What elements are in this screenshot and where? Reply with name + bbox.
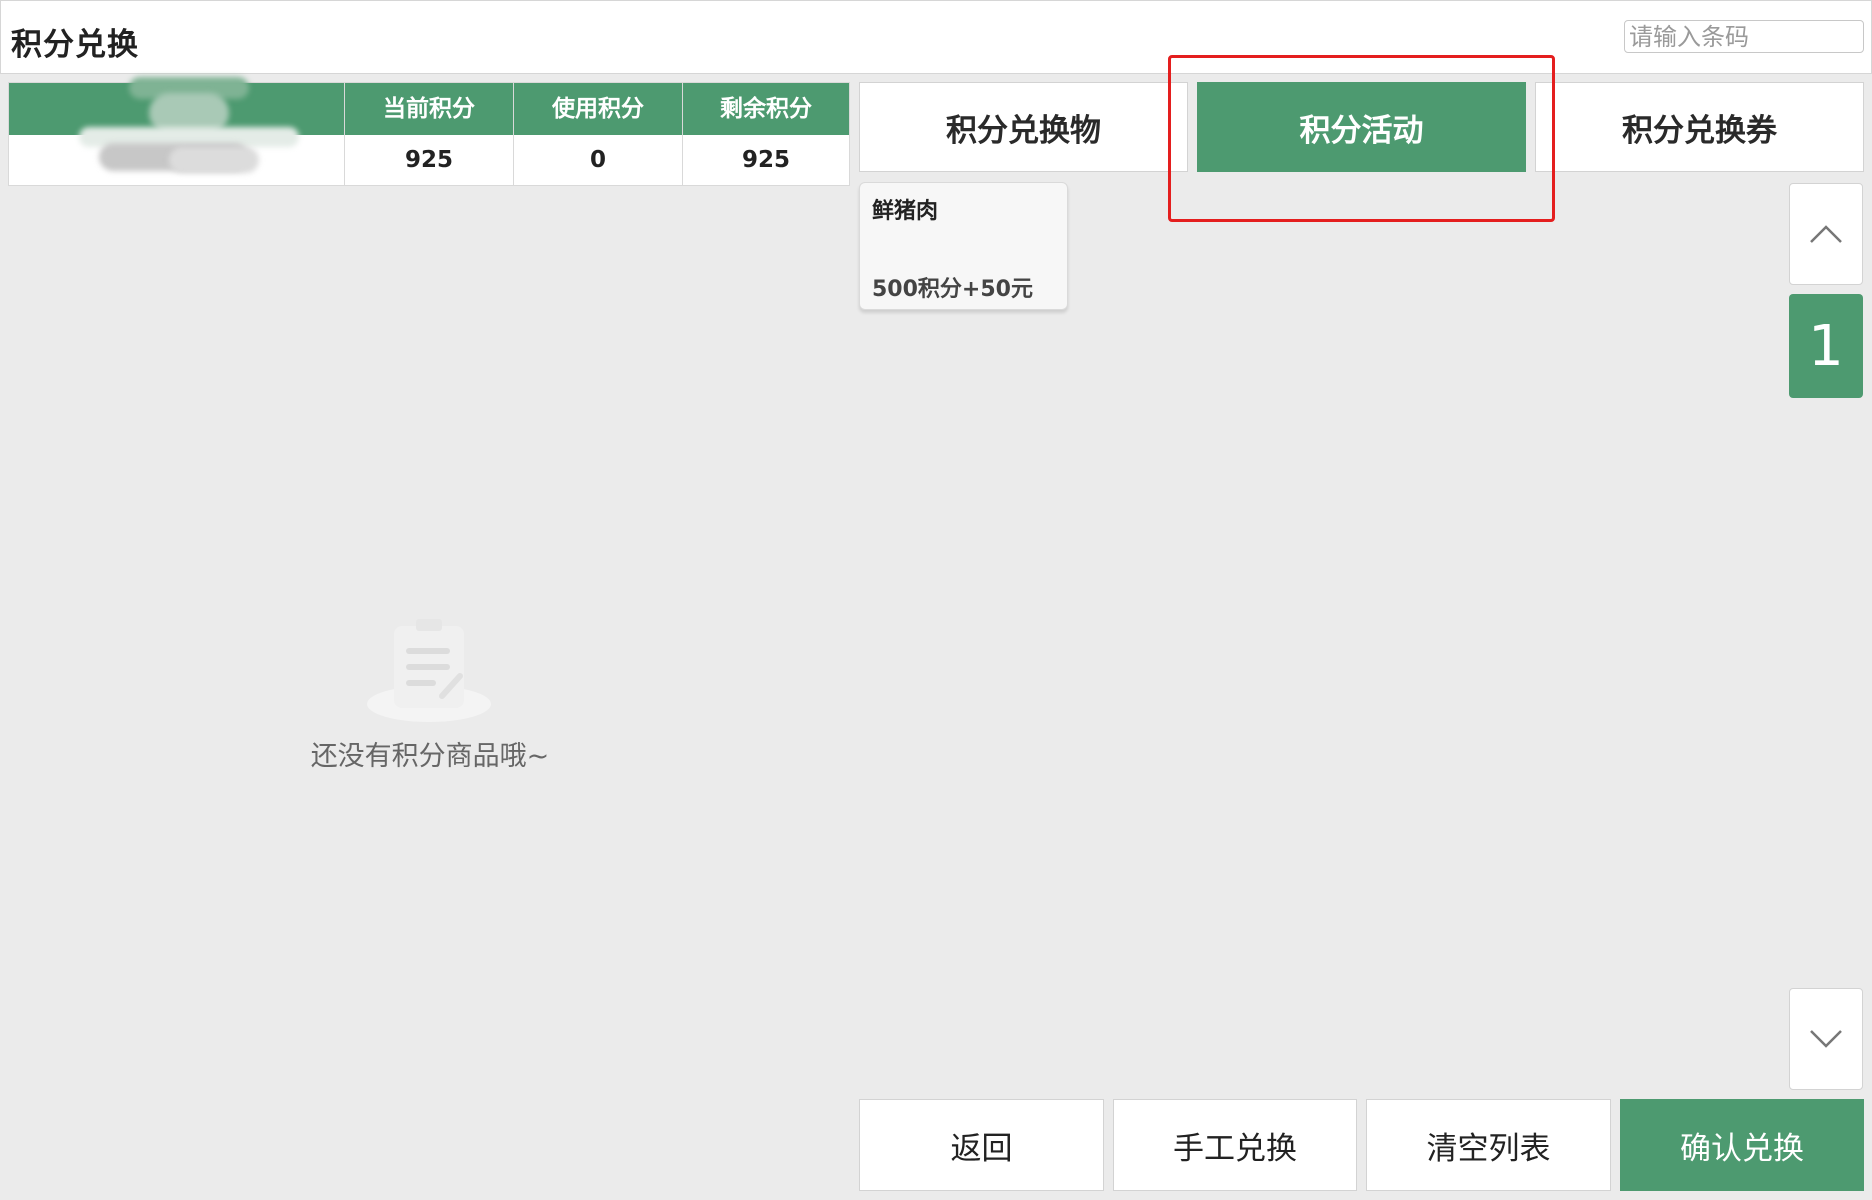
product-card[interactable]: 鲜猪肉 500积分+50元 [859, 182, 1068, 310]
confirm-exchange-button[interactable]: 确认兑换 [1620, 1099, 1864, 1191]
chevron-up-icon [1810, 225, 1842, 243]
page-title: 积分兑换 [11, 27, 139, 63]
current-points-header: 当前积分 [383, 96, 475, 122]
tab-exchange-coupons[interactable]: 积分兑换券 [1535, 82, 1864, 172]
member-info-blurred [69, 77, 309, 207]
current-page-indicator: 1 [1789, 294, 1863, 398]
tab-exchange-items[interactable]: 积分兑换物 [859, 82, 1188, 172]
points-summary-table: 当前积分 使用积分 剩余积分 925 0 925 [8, 77, 850, 186]
page-up-button[interactable] [1789, 183, 1863, 285]
remaining-points-value: 925 [741, 147, 790, 173]
tab-points-activity[interactable]: 积分活动 [1197, 82, 1526, 172]
barcode-input[interactable] [1624, 20, 1864, 53]
clear-list-button[interactable]: 清空列表 [1366, 1099, 1611, 1191]
current-points-value: 925 [404, 147, 453, 173]
manual-exchange-button[interactable]: 手工兑换 [1113, 1099, 1357, 1191]
product-name: 鲜猪肉 [872, 199, 939, 224]
empty-clipboard-icon [367, 619, 491, 722]
back-button[interactable]: 返回 [859, 1099, 1104, 1191]
page-down-button[interactable] [1789, 988, 1863, 1090]
header-bar: 积分兑换 [0, 0, 1872, 74]
used-points-value: 0 [589, 147, 606, 173]
used-points-header: 使用积分 [552, 96, 644, 122]
remaining-points-header: 剩余积分 [720, 96, 812, 122]
chevron-down-icon [1810, 1030, 1842, 1048]
empty-state-text: 还没有积分商品哦~ [310, 741, 550, 772]
product-price: 500积分+50元 [872, 277, 1033, 302]
